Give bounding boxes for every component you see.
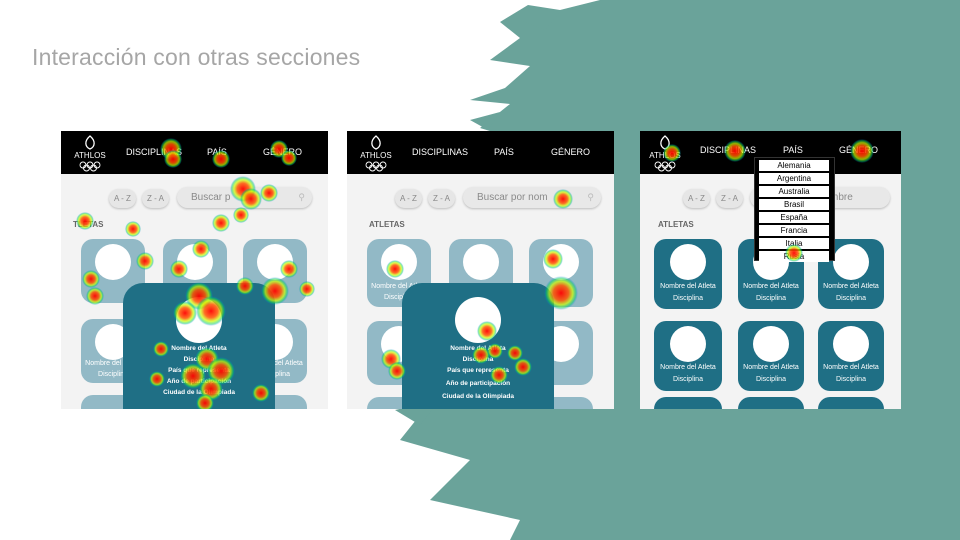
screenshot-athletes-detail-heatmap-2: ATHLOS DISCIPLINAS PAÍS GÉNERO A - Z Z -…: [347, 131, 614, 409]
nav-disciplinas[interactable]: DISCIPLINAS: [412, 147, 468, 157]
athlete-card[interactable]: Nombre del Atleta Disciplina: [738, 321, 804, 391]
athlete-avatar: [670, 326, 706, 362]
athlete-discipline: Disciplina: [673, 295, 703, 302]
athlete-avatar: [95, 244, 131, 280]
country-option[interactable]: Rusia: [759, 251, 829, 262]
athlete-detail-card[interactable]: Nombre del Atleta Disciplina País que re…: [123, 283, 275, 409]
sort-az-button[interactable]: A - Z: [395, 189, 422, 208]
nav-pais[interactable]: PAÍS: [207, 147, 227, 157]
athlete-discipline: Disciplina: [756, 295, 786, 302]
nav-pais[interactable]: PAÍS: [783, 145, 803, 155]
detail-name: Nombre del Atleta: [171, 345, 227, 352]
athlete-avatar: [670, 244, 706, 280]
athlete-avatar: [177, 244, 213, 280]
athlete-avatar: [543, 244, 579, 280]
nav-genero[interactable]: GÉNERO: [263, 147, 302, 157]
athlete-card[interactable]: [738, 397, 804, 409]
nav-disciplinas[interactable]: DISCIPLINAS: [126, 147, 182, 157]
country-option[interactable]: España: [759, 212, 829, 223]
detail-year: Año de participación: [445, 380, 511, 387]
section-label-athletes: ATLETAS: [658, 220, 694, 229]
country-option[interactable]: Alemania: [759, 160, 829, 171]
athlete-name: Nombre del Atleta: [823, 364, 879, 371]
nav-pais[interactable]: PAÍS: [494, 147, 514, 157]
country-option[interactable]: Francia: [759, 225, 829, 236]
detail-city: Ciudad de la Olimpiada: [163, 389, 235, 396]
athlete-avatar: [833, 326, 869, 362]
athlete-avatar: [753, 326, 789, 362]
sort-az-button[interactable]: A - Z: [683, 189, 710, 208]
screenshot-athletes-detail-heatmap-1: ATHLOS DISCIPLINAS PAÍS GÉNERO A - Z Z -…: [61, 131, 328, 409]
athlete-discipline: Disciplina: [756, 376, 786, 383]
athlete-avatar: [833, 244, 869, 280]
athlete-card[interactable]: Nombre del Atleta Disciplina: [818, 321, 884, 391]
sort-za-button[interactable]: Z - A: [428, 189, 455, 208]
athlos-logo: ATHLOS: [73, 134, 107, 172]
sort-az-button[interactable]: A - Z: [109, 189, 136, 208]
detail-country: País que representa: [447, 367, 509, 374]
section-label-athletes: ATLETAS: [369, 220, 405, 229]
search-placeholder: Buscar por nom: [477, 192, 548, 203]
logo-text: ATHLOS: [360, 151, 392, 160]
detail-discipline: Disciplina: [462, 356, 494, 363]
section-label-athletes: TLETAS: [73, 220, 104, 229]
search-icon: ⚲: [587, 192, 594, 202]
athlos-logo: ATHLOS: [359, 134, 393, 172]
sort-za-button[interactable]: Z - A: [142, 189, 169, 208]
country-dropdown: Alemania Argentina Australia Brasil Espa…: [754, 157, 835, 262]
country-option[interactable]: Australia: [759, 186, 829, 197]
athlete-avatar: [463, 244, 499, 280]
athlete-card[interactable]: [818, 397, 884, 409]
slide-title: Interacción con otras secciones: [32, 44, 361, 70]
search-placeholder: Buscar p: [191, 192, 231, 203]
country-option[interactable]: Argentina: [759, 173, 829, 184]
athlete-card[interactable]: Nombre del Atleta Disciplina: [654, 239, 722, 309]
athlos-logo: ATHLOS: [648, 134, 682, 172]
athlete-avatar: [381, 244, 417, 280]
country-option[interactable]: Italia: [759, 238, 829, 249]
athlete-discipline: Disciplina: [836, 295, 866, 302]
nav-genero[interactable]: GÉNERO: [551, 147, 590, 157]
athlete-name: Nombre del Atleta: [660, 283, 716, 290]
search-input[interactable]: Buscar por nom ⚲: [463, 187, 601, 208]
athlete-detail-avatar: [176, 297, 222, 343]
detail-city: Ciudad de la Olimpiada: [442, 393, 514, 400]
athlete-name: Nombre del Atleta: [743, 283, 799, 290]
athlete-name: Nombre del Atleta: [823, 283, 879, 290]
nav-disciplinas[interactable]: DISCIPLINAS: [700, 145, 756, 155]
athlete-card[interactable]: Nombre del Atleta Disciplina: [654, 321, 722, 391]
athlete-detail-avatar: [455, 297, 501, 343]
screenshot-country-filter-heatmap: ATHLOS DISCIPLINAS PAÍS GÉNERO A - Z Z -…: [640, 131, 901, 409]
nav-genero[interactable]: GÉNERO: [839, 145, 878, 155]
athlete-discipline: Disciplina: [836, 376, 866, 383]
top-navigation-bar: ATHLOS DISCIPLINAS PAÍS GÉNERO: [61, 131, 328, 174]
search-icon: ⚲: [298, 192, 305, 202]
detail-country: País que representa: [168, 367, 230, 374]
athlete-detail-card[interactable]: Nombre del Atleta Disciplina País que re…: [402, 283, 554, 409]
search-input[interactable]: Buscar p ⚲: [177, 187, 312, 208]
logo-text: ATHLOS: [74, 151, 106, 160]
detail-discipline: Disciplina: [183, 356, 215, 363]
detail-year: Año de participación: [166, 378, 232, 385]
athlete-card[interactable]: [654, 397, 722, 409]
detail-name: Nombre del Atleta: [450, 345, 506, 352]
athlete-name: Nombre del Atleta: [743, 364, 799, 371]
athlete-discipline: Disciplina: [673, 376, 703, 383]
athlete-avatar: [257, 244, 293, 280]
athlete-name: Nombre del Atleta: [660, 364, 716, 371]
country-option[interactable]: Brasil: [759, 199, 829, 210]
logo-text: ATHLOS: [649, 151, 681, 160]
top-navigation-bar: ATHLOS DISCIPLINAS PAÍS GÉNERO: [347, 131, 614, 174]
sort-za-button[interactable]: Z - A: [716, 189, 743, 208]
